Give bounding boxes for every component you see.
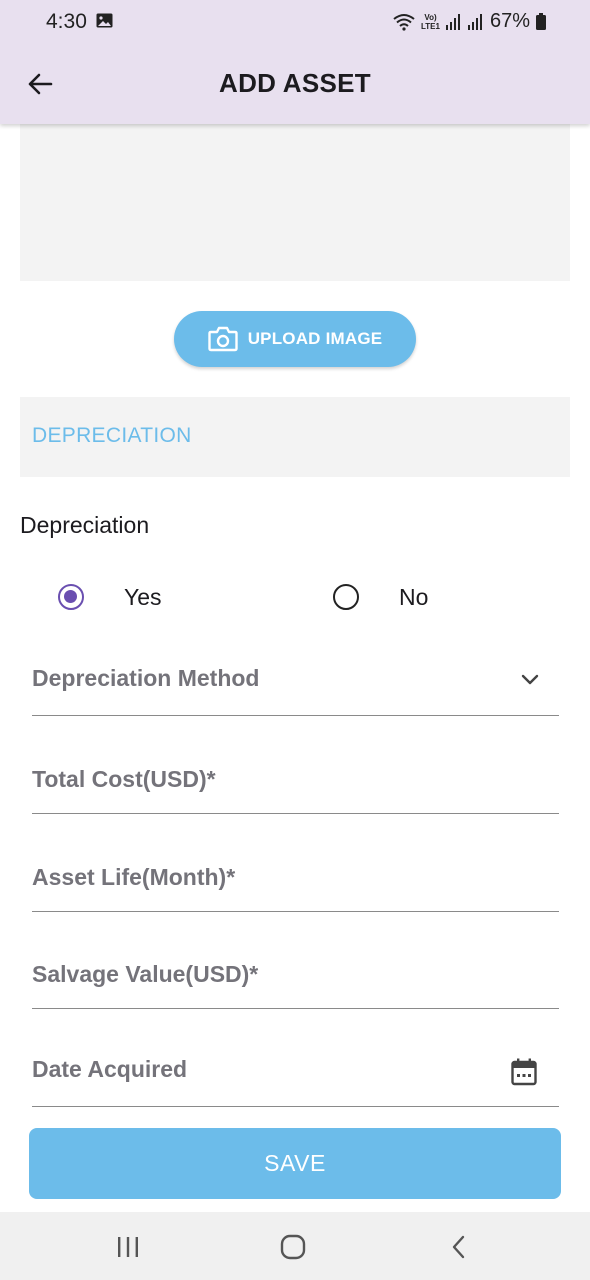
home-icon <box>280 1234 306 1260</box>
signal-icon-2 <box>467 13 482 30</box>
depreciation-section-header: DEPRECIATION <box>20 397 570 477</box>
chevron-down-icon <box>521 674 539 685</box>
battery-icon <box>536 13 546 30</box>
system-back-button[interactable] <box>444 1232 474 1262</box>
recent-apps-button[interactable] <box>113 1232 143 1262</box>
asset-life-field[interactable]: Asset Life(Month)* <box>32 848 559 912</box>
status-time: 4:30 <box>46 10 87 33</box>
radio-yes-button[interactable] <box>58 584 84 610</box>
status-bar: 4:30 Vo) LTE1 67% <box>0 0 590 44</box>
save-button-label: SAVE <box>264 1150 326 1176</box>
radio-no-button[interactable] <box>333 584 359 610</box>
home-button[interactable] <box>278 1232 308 1262</box>
status-right: Vo) LTE1 67% <box>393 10 546 33</box>
radio-yes-label: Yes <box>124 583 162 610</box>
recent-apps-icon <box>118 1237 138 1257</box>
system-nav-bar <box>0 1212 590 1280</box>
depreciation-method-placeholder: Depreciation Method <box>32 665 260 691</box>
salvage-value-placeholder: Salvage Value(USD)* <box>32 961 259 987</box>
app-bar: ADD ASSET <box>0 44 590 124</box>
date-acquired-field[interactable]: Date Acquired <box>32 1040 559 1107</box>
salvage-value-field[interactable]: Salvage Value(USD)* <box>32 945 559 1009</box>
chevron-left-icon <box>452 1235 465 1259</box>
asset-life-placeholder: Asset Life(Month)* <box>32 864 236 890</box>
top-bar: 4:30 Vo) LTE1 67% ADD ASSET <box>0 0 590 124</box>
wifi-icon <box>393 13 415 31</box>
radio-option-yes[interactable]: Yes <box>58 578 162 616</box>
volte-line2: LTE1 <box>421 21 440 31</box>
signal-icon-1 <box>445 13 460 30</box>
section-header-label: DEPRECIATION <box>32 424 192 447</box>
volte-indicator: Vo) LTE1 <box>421 13 440 31</box>
upload-image-label: UPLOAD IMAGE <box>247 329 383 348</box>
gallery-notification-icon <box>96 13 113 28</box>
date-acquired-placeholder: Date Acquired <box>32 1056 188 1082</box>
camera-icon <box>207 326 238 352</box>
total-cost-field[interactable]: Total Cost(USD)* <box>32 750 559 814</box>
volte-line1: Vo) <box>424 12 437 22</box>
image-preview-area <box>20 124 570 281</box>
depreciation-label: Depreciation <box>20 512 150 538</box>
radio-option-no[interactable]: No <box>333 578 428 616</box>
page-title: ADD ASSET <box>219 68 371 98</box>
save-button[interactable]: SAVE <box>29 1128 561 1199</box>
battery-percent: 67% <box>489 10 530 32</box>
calendar-icon[interactable] <box>511 1058 537 1086</box>
upload-image-button[interactable]: UPLOAD IMAGE <box>174 311 416 367</box>
depreciation-method-dropdown[interactable]: Depreciation Method <box>32 650 559 716</box>
total-cost-placeholder: Total Cost(USD)* <box>32 766 216 792</box>
radio-no-label: No <box>399 583 429 610</box>
